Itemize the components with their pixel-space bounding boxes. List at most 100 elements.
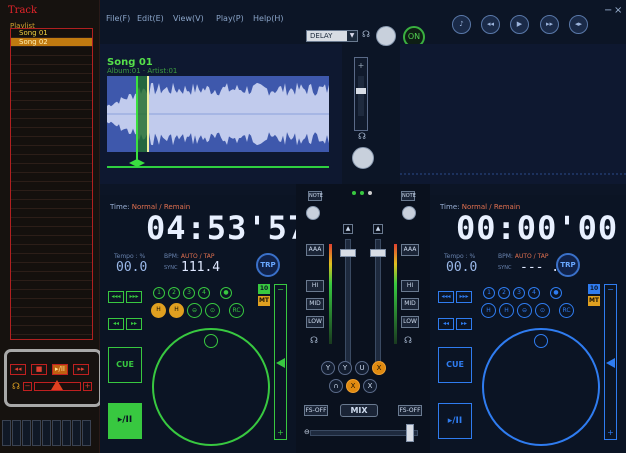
menu-edit[interactable]: Edit(E) [137,14,164,23]
menu-help[interactable]: Help(H) [253,14,284,23]
deck-b-nudge-back-button[interactable]: ◂◂ [438,318,454,330]
volume-up-button[interactable]: + [83,382,92,391]
left-eq-low[interactable]: LOW [306,316,324,328]
deck-b-jog-wheel[interactable] [482,328,600,446]
deck-b-play-button[interactable]: ▸/II [438,403,472,439]
prev-button[interactable]: ◂◂ [10,364,26,375]
deck-a-waveform[interactable] [107,76,329,170]
deck-b-pad-1[interactable]: 1 [483,287,495,299]
pad-key[interactable] [22,420,31,446]
pad-key[interactable] [2,420,11,446]
left-eq-hi[interactable]: HI [306,280,324,292]
deck-a-pad-rec[interactable]: ● [220,287,232,299]
close-button[interactable]: × [614,5,622,16]
fx-button-3[interactable]: U [355,361,369,375]
deck-b-pad-3[interactable]: 3 [513,287,525,299]
pad-key[interactable] [62,420,71,446]
deck-b-pad-rec[interactable]: ● [550,287,562,299]
deck-a-hotcue-4[interactable]: ⊙ [205,303,220,318]
deck-a-loop-fwd-button[interactable]: ▸▸▸ [126,291,142,303]
transport-icon-2[interactable]: ◂◂ [481,15,500,34]
right-fs-off-button[interactable]: FS-OFF [398,405,422,416]
minimize-button[interactable]: − [604,5,612,16]
transport-icon-3[interactable]: ▶ [510,15,529,34]
left-fs-off-button[interactable]: FS-OFF [304,405,328,416]
left-channel-fader[interactable] [345,239,351,369]
pad-key[interactable] [12,420,21,446]
effect-knob[interactable] [376,26,396,46]
deck-b-cue-button[interactable]: CUE [438,347,472,383]
deck-b-hotcue-3[interactable]: ⊖ [517,303,532,318]
deck-a-pad-2[interactable]: 2 [168,287,180,299]
deck-a-nudge-fwd-button[interactable]: ▸▸ [126,318,142,330]
menu-file[interactable]: File(F) [106,14,130,23]
fx-button-4[interactable]: X [372,361,386,375]
left-fader-top[interactable]: ▲ [343,224,353,234]
left-eq-mid[interactable]: MID [306,298,324,310]
deck-a-pitch-slider[interactable]: − + [274,284,287,440]
deck-a-hotcue-3[interactable]: ⊖ [187,303,202,318]
deck-b-pad-2[interactable]: 2 [498,287,510,299]
playlist-item-1[interactable]: Song 01 [11,29,92,38]
fx-button-2[interactable]: Y [338,361,352,375]
deck-b-hotcue-5[interactable]: RC [559,303,574,318]
fx-button-7[interactable]: X [363,379,377,393]
mixer-left-mode[interactable]: NOTE [308,191,323,201]
playlist-item-2[interactable]: Song 02 [11,38,92,47]
right-trim-knob[interactable] [402,206,416,220]
deck-b-trp-button[interactable]: TRP [556,253,580,277]
volume-thumb[interactable] [51,380,63,390]
pad-key[interactable] [72,420,81,446]
right-eq-hi[interactable]: HI [401,280,419,292]
crossfader-cap[interactable] [406,424,414,442]
left-fader-cap[interactable] [340,249,356,257]
pad-key[interactable] [42,420,51,446]
deck-a-pad-3[interactable]: 3 [183,287,195,299]
deck-a-hotcue-5[interactable]: RC [229,303,244,318]
deck-b-hot-a[interactable]: 10 [588,284,600,294]
fx-button-5[interactable]: ∩ [329,379,343,393]
deck-b-hotcue-4[interactable]: ⊙ [535,303,550,318]
crossfader[interactable] [310,430,418,436]
right-channel-fader[interactable] [375,239,381,369]
deck-b-nudge-fwd-button[interactable]: ▸▸ [456,318,472,330]
deck-a-jog-wheel[interactable] [152,328,270,446]
deck-a-hotcue-1[interactable]: H [151,303,166,318]
cue-mix-knob[interactable] [352,147,374,169]
deck-a-nudge-back-button[interactable]: ◂◂ [108,318,124,330]
transport-icon-4[interactable]: ▸▸ [540,15,559,34]
effect-select[interactable]: DELAY ▼ [306,30,358,42]
right-eq-aaa[interactable]: AAA [401,244,419,256]
fx-button-1[interactable]: Y [321,361,335,375]
deck-b-pad-4[interactable]: 4 [528,287,540,299]
left-trim-knob[interactable] [306,206,320,220]
transport-icon-1[interactable]: ♪ [452,15,471,34]
stop-button[interactable]: ■ [31,364,47,375]
pad-key[interactable] [82,420,91,446]
master-gain-slider[interactable]: + [354,57,368,131]
menu-view[interactable]: View(V) [173,14,204,23]
right-eq-low[interactable]: LOW [401,316,419,328]
right-fader-cap[interactable] [370,249,386,257]
volume-slider[interactable] [34,380,81,391]
deck-b-waveform[interactable] [400,160,626,190]
menu-play[interactable]: Play(P) [216,14,244,23]
deck-a-cue-button[interactable]: CUE [108,347,142,383]
deck-b-loop-back-button[interactable]: ◂◂◂ [438,291,454,303]
deck-b-hotcue-2[interactable]: H [499,303,514,318]
volume-down-button[interactable]: − [23,382,32,391]
deck-a-play-button[interactable]: ▸/II [108,403,142,439]
deck-a-hotcue-2[interactable]: H [169,303,184,318]
pitch-thumb[interactable] [606,358,615,368]
left-eq-aaa[interactable]: AAA [306,244,324,256]
play-pause-button[interactable]: ▸/II [52,364,68,375]
deck-b-pitch-slider[interactable]: − + [604,284,617,440]
mixer-right-mode[interactable]: NOTE [401,191,416,201]
deck-a-pad-4[interactable]: 4 [198,287,210,299]
deck-a-hot-a[interactable]: 10 [258,284,270,294]
right-eq-mid[interactable]: MID [401,298,419,310]
pitch-thumb[interactable] [276,358,285,368]
next-button[interactable]: ▸▸ [73,364,89,375]
deck-b-loop-fwd-button[interactable]: ▸▸▸ [456,291,472,303]
gain-thumb[interactable] [356,88,366,94]
